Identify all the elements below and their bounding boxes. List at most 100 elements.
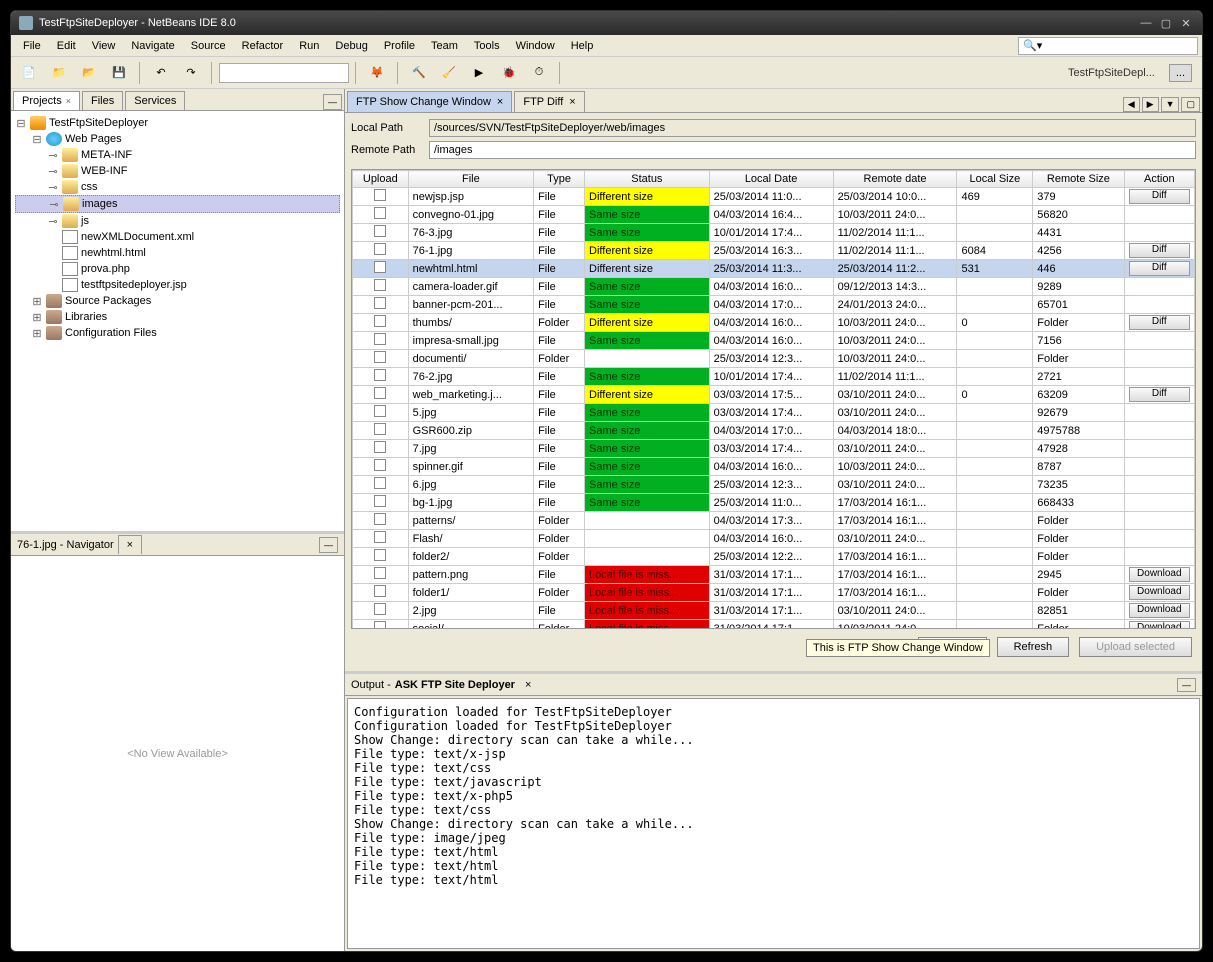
upload-checkbox[interactable] (374, 621, 386, 629)
tree-node[interactable]: ⊸META-INF (15, 147, 340, 163)
tab-next-icon[interactable]: ▶ (1142, 97, 1159, 112)
table-row[interactable]: 76-2.jpgFileSame size10/01/2014 17:4...1… (353, 368, 1195, 386)
config-combo[interactable] (219, 63, 349, 83)
navigator-close-icon[interactable]: × (118, 535, 142, 554)
tree-node[interactable]: ⊟TestFtpSiteDeployer (15, 115, 340, 131)
project-selector[interactable]: TestFtpSiteDepl... (1062, 65, 1161, 81)
table-row[interactable]: pattern.pngFileLocal file is miss...31/0… (353, 566, 1195, 584)
upload-checkbox[interactable] (374, 603, 386, 615)
tree-node[interactable]: ⊸WEB-INF (15, 163, 340, 179)
maximize-icon[interactable]: ▢ (1158, 15, 1174, 31)
output-console[interactable]: Configuration loaded for TestFtpSiteDepl… (347, 698, 1200, 949)
menu-file[interactable]: File (15, 38, 49, 54)
table-row[interactable]: banner-pcm-201...FileSame size04/03/2014… (353, 296, 1195, 314)
menu-refactor[interactable]: Refactor (234, 38, 292, 54)
local-path-input[interactable] (429, 119, 1196, 137)
upload-checkbox[interactable] (374, 369, 386, 381)
table-row[interactable]: folder2/Folder25/03/2014 12:2...17/03/20… (353, 548, 1195, 566)
column-header[interactable]: Remote date (833, 171, 957, 188)
column-header[interactable]: Local Date (709, 171, 833, 188)
upload-checkbox[interactable] (374, 423, 386, 435)
table-row[interactable]: newhtml.htmlFileDifferent size25/03/2014… (353, 260, 1195, 278)
column-header[interactable]: Action (1124, 171, 1194, 188)
upload-checkbox[interactable] (374, 405, 386, 417)
table-row[interactable]: web_marketing.j...FileDifferent size03/0… (353, 386, 1195, 404)
table-row[interactable]: 5.jpgFileSame size03/03/2014 17:4...03/1… (353, 404, 1195, 422)
table-row[interactable]: patterns/Folder04/03/2014 17:3...17/03/2… (353, 512, 1195, 530)
column-header[interactable]: Status (585, 171, 710, 188)
redo-icon[interactable]: ↷ (177, 60, 205, 86)
menu-help[interactable]: Help (563, 38, 602, 54)
column-header[interactable]: Upload (353, 171, 409, 188)
new-file-icon[interactable]: 📄 (15, 60, 43, 86)
table-row[interactable]: 2.jpgFileLocal file is miss...31/03/2014… (353, 602, 1195, 620)
upload-checkbox[interactable] (374, 567, 386, 579)
tree-node[interactable]: ⊞Source Packages (15, 293, 340, 309)
editor-tab[interactable]: FTP Diff× (514, 91, 584, 112)
project-tree[interactable]: ⊟TestFtpSiteDeployer⊟Web Pages⊸META-INF⊸… (11, 111, 344, 531)
tree-node[interactable]: ⊸css (15, 179, 340, 195)
upload-checkbox[interactable] (374, 441, 386, 453)
search-box[interactable]: 🔍▾ (1018, 37, 1198, 55)
close-icon[interactable]: ✕ (1178, 15, 1194, 31)
remote-path-input[interactable] (429, 141, 1196, 159)
action-button[interactable]: Diff (1129, 243, 1190, 258)
tab-prev-icon[interactable]: ◀ (1123, 97, 1140, 112)
tree-node[interactable]: prova.php (15, 261, 340, 277)
undo-icon[interactable]: ↶ (147, 60, 175, 86)
output-minimize-icon[interactable]: — (1177, 678, 1196, 692)
table-row[interactable]: social/FolderLocal file is miss...31/03/… (353, 620, 1195, 630)
open-icon[interactable]: 📂 (75, 60, 103, 86)
upload-checkbox[interactable] (374, 387, 386, 399)
column-header[interactable]: Type (534, 171, 585, 188)
table-row[interactable]: thumbs/FolderDifferent size04/03/2014 16… (353, 314, 1195, 332)
clean-build-icon[interactable]: 🧹 (435, 60, 463, 86)
tab-services[interactable]: Services (125, 91, 185, 110)
column-header[interactable]: File (408, 171, 533, 188)
upload-checkbox[interactable] (374, 495, 386, 507)
table-row[interactable]: 76-3.jpgFileSame size10/01/2014 17:4...1… (353, 224, 1195, 242)
upload-checkbox[interactable] (374, 351, 386, 363)
menu-source[interactable]: Source (183, 38, 234, 54)
action-button[interactable]: Diff (1129, 261, 1190, 276)
upload-checkbox[interactable] (374, 225, 386, 237)
project-browse-button[interactable]: ... (1169, 64, 1192, 82)
upload-checkbox[interactable] (374, 549, 386, 561)
menu-run[interactable]: Run (291, 38, 327, 54)
action-button[interactable]: Download (1129, 621, 1190, 629)
menu-tools[interactable]: Tools (466, 38, 508, 54)
profile-icon[interactable]: ⏱ (525, 60, 553, 86)
refresh-button[interactable]: Refresh (997, 637, 1070, 657)
table-row[interactable]: convegno-01.jpgFileSame size04/03/2014 1… (353, 206, 1195, 224)
menu-view[interactable]: View (84, 38, 124, 54)
navigator-minimize-icon[interactable]: — (319, 537, 338, 553)
upload-checkbox[interactable] (374, 207, 386, 219)
new-project-icon[interactable]: 📁 (45, 60, 73, 86)
tree-node[interactable]: ⊞Configuration Files (15, 325, 340, 341)
editor-tab[interactable]: FTP Show Change Window× (347, 91, 512, 112)
build-icon[interactable]: 🔨 (405, 60, 433, 86)
table-row[interactable]: spinner.gifFileSame size04/03/2014 16:0.… (353, 458, 1195, 476)
tab-close-icon[interactable]: × (497, 96, 503, 108)
table-row[interactable]: documenti/Folder25/03/2014 12:3...10/03/… (353, 350, 1195, 368)
tree-node[interactable]: newhtml.html (15, 245, 340, 261)
table-row[interactable]: GSR600.zipFileSame size04/03/2014 17:0..… (353, 422, 1195, 440)
minimize-panel-icon[interactable]: — (323, 94, 342, 110)
upload-checkbox[interactable] (374, 477, 386, 489)
action-button[interactable]: Diff (1129, 189, 1190, 204)
tree-node[interactable]: ⊟Web Pages (15, 131, 340, 147)
action-button[interactable]: Download (1129, 567, 1190, 582)
column-header[interactable]: Local Size (957, 171, 1033, 188)
action-button[interactable]: Diff (1129, 387, 1190, 402)
firefox-icon[interactable]: 🦊 (363, 60, 391, 86)
table-row[interactable]: impresa-small.jpgFileSame size04/03/2014… (353, 332, 1195, 350)
tab-max-icon[interactable]: ▢ (1181, 97, 1200, 112)
tab-files[interactable]: Files (82, 91, 123, 110)
menu-navigate[interactable]: Navigate (123, 38, 182, 54)
table-row[interactable]: newjsp.jspFileDifferent size25/03/2014 1… (353, 188, 1195, 206)
upload-checkbox[interactable] (374, 189, 386, 201)
upload-checkbox[interactable] (374, 279, 386, 291)
table-row[interactable]: Flash/Folder04/03/2014 16:0...03/10/2011… (353, 530, 1195, 548)
upload-checkbox[interactable] (374, 513, 386, 525)
menu-debug[interactable]: Debug (327, 38, 375, 54)
